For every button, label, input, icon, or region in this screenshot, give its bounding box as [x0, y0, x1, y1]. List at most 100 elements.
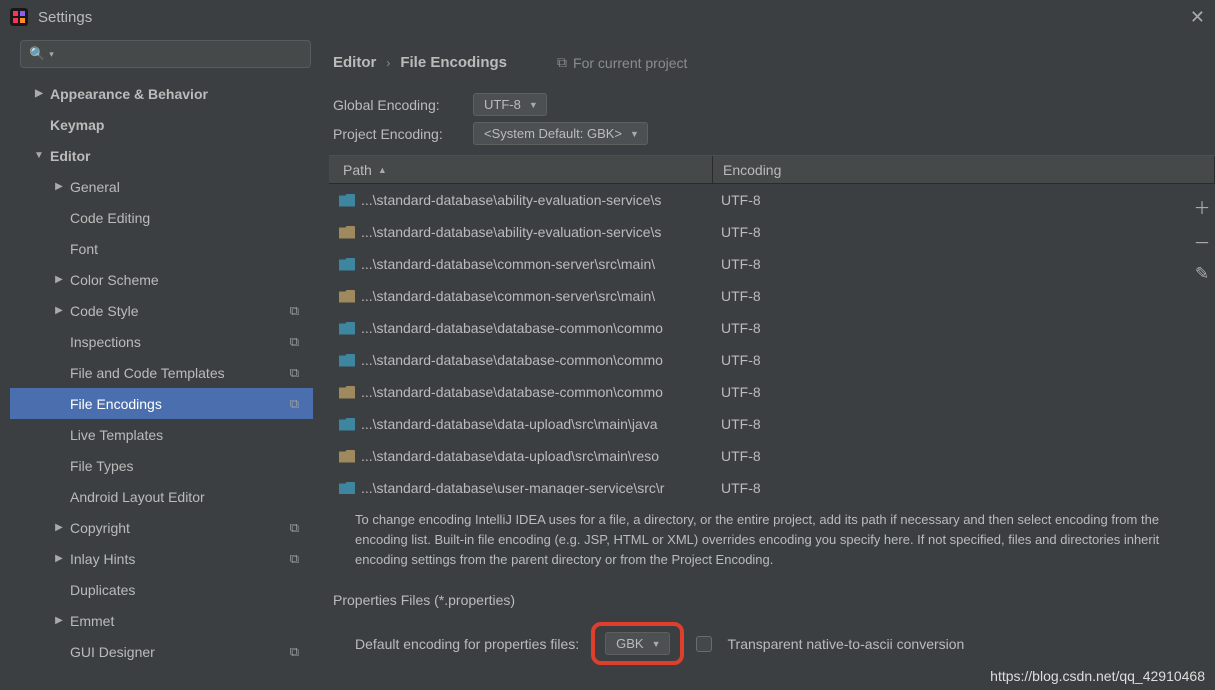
tree-arrow-icon: ▶ [52, 305, 66, 316]
sidebar-item[interactable]: ▼Editor [10, 140, 313, 171]
caret-down-icon: ▼ [529, 100, 538, 110]
sidebar-item-label: Inspections [70, 334, 141, 350]
table-row[interactable]: ...\standard-database\common-server\src\… [329, 248, 1215, 280]
tree-arrow-icon: ▶ [52, 274, 66, 285]
cell-encoding: UTF-8 [713, 448, 1215, 464]
sidebar-item[interactable]: ▶Code Style [10, 295, 313, 326]
transparent-ascii-checkbox[interactable] [696, 636, 712, 652]
sidebar-item-label: Emmet [70, 613, 114, 629]
global-encoding-label: Global Encoding: [333, 97, 473, 113]
sidebar-item-label: File Types [70, 458, 134, 474]
table-row[interactable]: ...\standard-database\user-manager-servi… [329, 472, 1215, 494]
table-row[interactable]: ...\standard-database\database-common\co… [329, 344, 1215, 376]
cell-path: ...\standard-database\data-upload\src\ma… [329, 416, 713, 432]
table-body: ...\standard-database\ability-evaluation… [329, 184, 1215, 494]
sidebar-item[interactable]: Keymap [10, 109, 313, 140]
column-encoding[interactable]: Encoding [713, 156, 1215, 183]
sidebar-item[interactable]: Inspections [10, 326, 313, 357]
main-area: 🔍 ▾ ▶Appearance & BehaviorKeymap▼Editor▶… [0, 34, 1215, 690]
sidebar-item[interactable]: ▶ Inlay Hints [10, 543, 313, 574]
sidebar-item[interactable]: Code Editing [10, 202, 313, 233]
folder-icon [339, 386, 355, 399]
sidebar-item[interactable]: ▶General [10, 171, 313, 202]
add-button[interactable]: ＋ [1194, 194, 1211, 219]
cell-encoding: UTF-8 [713, 384, 1215, 400]
sidebar-item[interactable]: ▶Appearance & Behavior [10, 78, 313, 109]
breadcrumb: Editor › File Encodings For current proj… [329, 44, 1215, 87]
transparent-ascii-label: Transparent native-to-ascii conversion [728, 636, 965, 652]
cell-path: ...\standard-database\common-server\src\… [329, 256, 713, 272]
path-text: ...\standard-database\data-upload\src\ma… [361, 416, 658, 432]
table-row[interactable]: ...\standard-database\database-common\co… [329, 376, 1215, 408]
copy-icon [290, 520, 299, 536]
sidebar-item-label: Inlay Hints [70, 551, 135, 567]
table-row[interactable]: ...\standard-database\ability-evaluation… [329, 184, 1215, 216]
sidebar-item-label: Code Editing [70, 210, 150, 226]
settings-tree: ▶Appearance & BehaviorKeymap▼Editor▶Gene… [10, 78, 313, 667]
sidebar-item-label: Android Layout Editor [70, 489, 205, 505]
search-icon: 🔍 [29, 46, 45, 62]
cell-encoding: UTF-8 [713, 480, 1215, 494]
properties-row: Default encoding for properties files: G… [329, 614, 1215, 673]
remove-button[interactable]: － [1194, 229, 1211, 254]
copy-icon [290, 644, 299, 660]
window-title: Settings [38, 9, 92, 26]
highlight-annotation: GBK ▼ [591, 622, 683, 665]
sidebar-item[interactable]: Font [10, 233, 313, 264]
path-text: ...\standard-database\database-common\co… [361, 384, 663, 400]
tree-arrow-icon: ▶ [52, 553, 66, 564]
folder-icon [339, 418, 355, 431]
project-encoding-dropdown[interactable]: <System Default: GBK> ▼ [473, 122, 648, 145]
close-icon[interactable]: ✕ [1190, 7, 1205, 28]
search-input[interactable]: 🔍 ▾ [20, 40, 311, 68]
sidebar-item-label: GUI Designer [70, 644, 155, 660]
sidebar-item-label: Color Scheme [70, 272, 159, 288]
project-encoding-value: <System Default: GBK> [484, 126, 622, 141]
app-logo-icon [10, 8, 28, 26]
global-encoding-row: Global Encoding: UTF-8 ▼ [333, 93, 1211, 116]
default-prop-encoding-dropdown[interactable]: GBK ▼ [605, 632, 669, 655]
folder-icon [339, 322, 355, 335]
sidebar-item[interactable]: Android Layout Editor [10, 481, 313, 512]
edit-button[interactable]: ✎ [1195, 264, 1209, 284]
settings-sidebar: 🔍 ▾ ▶Appearance & BehaviorKeymap▼Editor▶… [0, 34, 323, 690]
cell-path: ...\standard-database\database-common\co… [329, 352, 713, 368]
table-row[interactable]: ...\standard-database\database-common\co… [329, 312, 1215, 344]
breadcrumb-leaf: File Encodings [400, 54, 507, 71]
table-row[interactable]: ...\standard-database\ability-evaluation… [329, 216, 1215, 248]
table-row[interactable]: ...\standard-database\common-server\src\… [329, 280, 1215, 312]
cell-path: ...\standard-database\common-server\src\… [329, 288, 713, 304]
path-text: ...\standard-database\user-manager-servi… [361, 480, 664, 494]
path-text: ...\standard-database\ability-evaluation… [361, 192, 661, 208]
sort-asc-icon: ▲ [378, 165, 387, 175]
default-prop-encoding-value: GBK [616, 636, 643, 651]
copy-icon [290, 396, 299, 412]
watermark: https://blog.csdn.net/qq_42910468 [990, 668, 1205, 684]
sidebar-item[interactable]: ▶Emmet [10, 605, 313, 636]
sidebar-item-label: Live Templates [70, 427, 163, 443]
sidebar-item-label: General [70, 179, 120, 195]
sidebar-item[interactable]: File and Code Templates [10, 357, 313, 388]
sidebar-item[interactable]: Live Templates [10, 419, 313, 450]
sidebar-item[interactable]: ▶ Color Scheme [10, 264, 313, 295]
sidebar-item[interactable]: Duplicates [10, 574, 313, 605]
caret-down-icon: ▼ [652, 639, 661, 649]
sidebar-item[interactable]: ▶Copyright [10, 512, 313, 543]
cell-encoding: UTF-8 [713, 224, 1215, 240]
path-text: ...\standard-database\database-common\co… [361, 352, 663, 368]
cell-path: ...\standard-database\database-common\co… [329, 320, 713, 336]
global-encoding-dropdown[interactable]: UTF-8 ▼ [473, 93, 547, 116]
sidebar-item[interactable]: File Encodings [10, 388, 313, 419]
tree-arrow-icon: ▼ [32, 150, 46, 161]
sidebar-item[interactable]: GUI Designer [10, 636, 313, 667]
table-row[interactable]: ...\standard-database\data-upload\src\ma… [329, 440, 1215, 472]
column-path[interactable]: Path ▲ [329, 156, 713, 183]
column-path-label: Path [343, 162, 372, 178]
breadcrumb-root: Editor [333, 54, 376, 71]
encoding-table: Path ▲ Encoding ...\standard-database\ab… [329, 155, 1215, 494]
sidebar-item[interactable]: File Types [10, 450, 313, 481]
table-row[interactable]: ...\standard-database\data-upload\src\ma… [329, 408, 1215, 440]
caret-down-icon: ▼ [630, 129, 639, 139]
sidebar-item-label: Keymap [50, 117, 104, 133]
cell-encoding: UTF-8 [713, 288, 1215, 304]
